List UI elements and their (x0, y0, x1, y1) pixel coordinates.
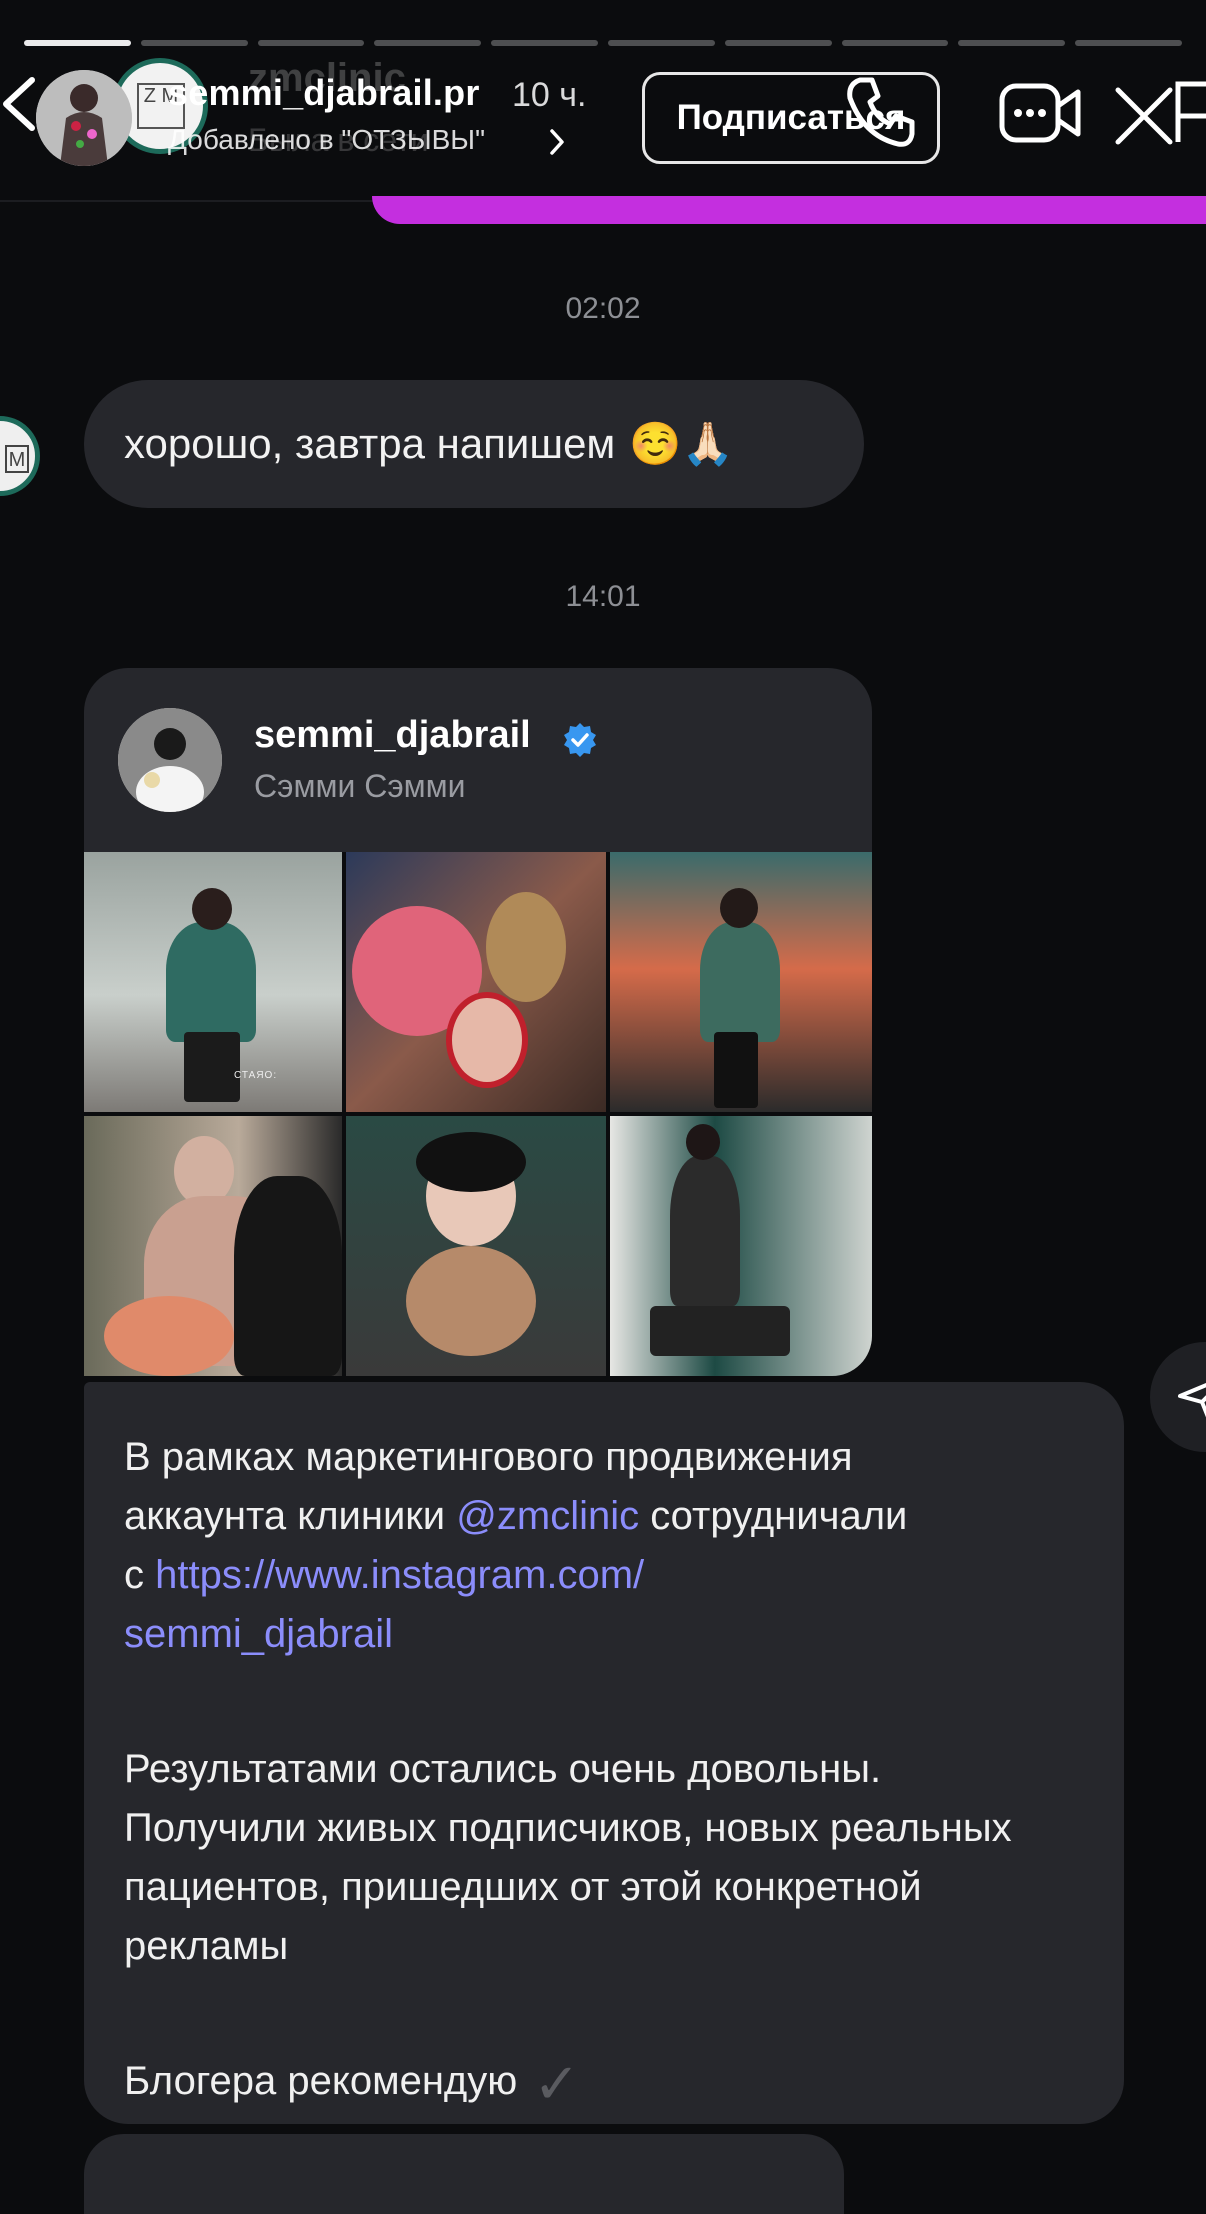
message-bubble[interactable]: В рамках маркетингового продвижения акка… (84, 1382, 1124, 2124)
post-thumbnail[interactable] (346, 852, 606, 1112)
post-thumbnail[interactable] (610, 1116, 872, 1376)
checkmark-icon: ✓ (533, 2051, 581, 2115)
progress-segment (140, 40, 248, 46)
close-icon[interactable] (1114, 86, 1174, 146)
shared-profile-card[interactable]: semmi_djabrail Сэмми Сэмми (84, 668, 872, 852)
verified-badge-icon (564, 723, 596, 757)
message-text: В рамках маркетингового продвижения (124, 1435, 853, 1479)
story-time: 10 ч. (512, 76, 587, 114)
post-grid[interactable]: СТАЯО: (84, 852, 872, 1376)
post-thumbnail[interactable]: СТАЯО: (84, 852, 342, 1112)
message-text: Блогера рекомендую ✓ (124, 2051, 581, 2115)
chevron-left-icon[interactable] (0, 74, 40, 134)
message-emoji: ☺️🙏🏻 (629, 419, 734, 467)
progress-segment (1075, 40, 1182, 46)
story-username[interactable]: semmi_djabrail.pr (168, 72, 480, 114)
message-timestamp: 02:02 (565, 292, 641, 325)
message-text: аккаунта клиники @zmclinic сотрудничали (124, 1494, 908, 1538)
share-button[interactable] (1150, 1342, 1206, 1452)
phone-icon[interactable] (840, 72, 920, 152)
tile-caption: СТАЯО: (234, 1070, 278, 1081)
video-icon[interactable] (998, 80, 1084, 146)
progress-segment (958, 40, 1066, 46)
message-text: Результатами остались очень довольны. По… (124, 1747, 1012, 1968)
outgoing-bubble-edge (372, 196, 1206, 224)
url-link[interactable]: semmi_djabrail (124, 1612, 393, 1656)
progress-segment (491, 40, 598, 46)
url-link[interactable]: https://www.instagram.com/ (155, 1553, 644, 1597)
shared-full-name: Сэмми Сэмми (254, 768, 466, 804)
avatar[interactable]: M (0, 416, 40, 496)
message-text: с https://www.instagram.com/ (124, 1553, 645, 1597)
progress-segment (374, 40, 482, 46)
message-bubble[interactable]: хорошо, завтра напишем ☺️🙏🏻 (84, 380, 864, 508)
message-text: semmi_djabrail (124, 1605, 1084, 1664)
progress-segment (257, 40, 365, 46)
mention-link[interactable]: @zmclinic (456, 1494, 639, 1538)
story-progress (24, 40, 1182, 46)
avatar (118, 708, 222, 812)
message-timestamp: 14:01 (565, 580, 641, 613)
progress-segment (607, 40, 715, 46)
chevron-right-icon[interactable] (548, 128, 566, 156)
avatar[interactable] (36, 70, 132, 166)
progress-segment (724, 40, 832, 46)
progress-segment (24, 40, 131, 46)
share-icon (1178, 1383, 1206, 1418)
shared-username: semmi_djabrail (254, 714, 531, 756)
post-thumbnail[interactable] (346, 1116, 606, 1376)
post-thumbnail[interactable] (84, 1116, 342, 1376)
progress-segment (841, 40, 949, 46)
highlight-label[interactable]: Добавлено в "ОТЗЫВЫ" (168, 124, 485, 156)
message-bubble (84, 2134, 844, 2214)
post-thumbnail[interactable] (610, 852, 872, 1112)
flag-icon[interactable] (1172, 76, 1206, 146)
message-text: хорошо, завтра напишем (124, 420, 616, 467)
